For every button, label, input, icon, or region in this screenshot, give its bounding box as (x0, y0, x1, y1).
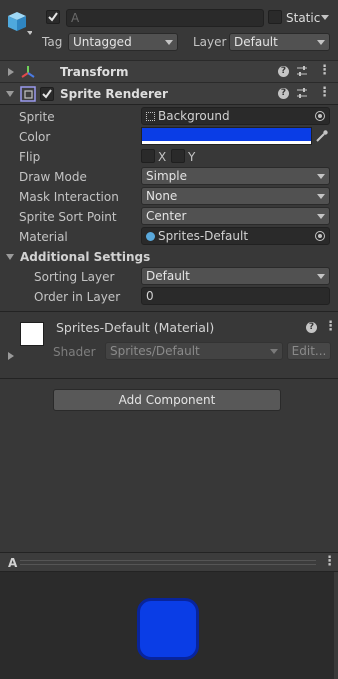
sorting-layer-label: Sorting Layer (34, 270, 115, 284)
sorting-layer-value: Default (146, 269, 190, 283)
mask-interaction-value: None (146, 189, 178, 203)
draw-mode-label: Draw Mode (19, 170, 87, 184)
add-component-button[interactable]: Add Component (53, 389, 281, 411)
preset-icon[interactable] (296, 87, 308, 99)
sprite-object-field[interactable]: Background (141, 107, 330, 125)
chevron-down-icon (165, 40, 173, 45)
additional-settings-arrow-icon[interactable] (6, 254, 14, 260)
transform-header[interactable]: Transform ? ⋮ (0, 60, 338, 82)
sprite-sort-point-value: Center (146, 209, 187, 223)
material-title: Sprites-Default (Material) (56, 320, 215, 335)
material-value: Sprites-Default (158, 229, 249, 243)
collapse-arrow-icon[interactable] (6, 91, 14, 97)
more-menu-icon[interactable]: ⋮ (324, 320, 337, 333)
sorting-layer-dropdown[interactable]: Default (141, 267, 330, 285)
preview-header[interactable]: A ⋮ (0, 552, 338, 572)
color-label: Color (19, 130, 51, 144)
mask-interaction-dropdown[interactable]: None (141, 187, 330, 205)
material-expand-arrow-icon[interactable] (8, 352, 14, 360)
chevron-down-icon (317, 214, 325, 219)
preset-icon[interactable] (296, 65, 308, 77)
more-menu-icon[interactable]: ⋮ (323, 555, 336, 568)
layer-value: Default (234, 35, 278, 49)
layer-label: Layer (193, 35, 227, 49)
more-menu-icon[interactable]: ⋮ (318, 64, 331, 77)
chevron-down-icon (317, 40, 325, 45)
flip-x-label: X (158, 150, 167, 164)
gameobject-icon[interactable] (6, 10, 33, 36)
divider (0, 378, 338, 379)
flip-y-label: Y (188, 150, 196, 164)
tag-value: Untagged (73, 35, 132, 49)
sprite-value: Background (158, 109, 230, 123)
chevron-down-icon (317, 194, 325, 199)
material-label: Material (19, 230, 68, 244)
flip-label: Flip (19, 150, 41, 164)
sprite-renderer-icon (20, 86, 36, 102)
help-icon[interactable]: ? (278, 88, 289, 99)
transform-title: Transform (60, 65, 129, 79)
mask-interaction-label: Mask Interaction (19, 190, 119, 204)
shader-label: Shader (53, 345, 96, 359)
tag-dropdown[interactable]: Untagged (68, 33, 178, 51)
layer-dropdown[interactable]: Default (229, 33, 330, 51)
static-dropdown-arrow-icon[interactable] (321, 15, 329, 20)
chevron-down-icon (270, 349, 278, 354)
material-asset-icon (146, 232, 155, 241)
gameobject-name-field[interactable]: A (66, 9, 264, 27)
object-picker-icon[interactable] (315, 111, 325, 121)
more-menu-icon[interactable]: ⋮ (318, 86, 331, 99)
order-in-layer-field[interactable]: 0 (141, 287, 330, 305)
chevron-down-icon (317, 274, 325, 279)
divider (0, 104, 338, 105)
draw-mode-value: Simple (146, 169, 187, 183)
chevron-down-icon (317, 174, 325, 179)
shader-edit-button[interactable]: Edit... (287, 342, 331, 360)
material-preview-swatch (20, 322, 44, 346)
resize-grip[interactable] (334, 572, 338, 679)
shader-dropdown[interactable]: Sprites/Default (105, 342, 283, 360)
static-checkbox[interactable] (268, 10, 282, 24)
sprite-renderer-title: Sprite Renderer (60, 87, 168, 101)
order-in-layer-label: Order in Layer (34, 290, 121, 304)
eyedropper-icon[interactable] (315, 129, 329, 143)
divider (0, 311, 338, 312)
sprite-sort-point-label: Sprite Sort Point (19, 210, 117, 224)
sprite-sort-point-dropdown[interactable]: Center (141, 207, 330, 225)
transform-icon (20, 64, 36, 80)
color-swatch[interactable] (141, 127, 312, 145)
sprite-asset-icon (146, 112, 155, 121)
sprite-renderer-enabled-checkbox[interactable] (40, 87, 54, 101)
active-checkbox[interactable] (46, 10, 60, 24)
sprite-preview (137, 598, 199, 660)
preview-area (0, 572, 338, 679)
object-picker-icon[interactable] (315, 231, 325, 241)
preview-drag-handle[interactable] (20, 560, 316, 565)
sprite-renderer-header[interactable]: Sprite Renderer ? ⋮ (0, 82, 338, 104)
preview-title: A (8, 556, 18, 570)
additional-settings-foldout[interactable]: Additional Settings (20, 250, 150, 264)
draw-mode-dropdown[interactable]: Simple (141, 167, 330, 185)
flip-x-checkbox[interactable] (141, 149, 155, 163)
help-icon[interactable]: ? (278, 66, 289, 77)
tag-label: Tag (42, 35, 63, 49)
material-object-field[interactable]: Sprites-Default (141, 227, 330, 245)
sprite-label: Sprite (19, 110, 55, 124)
expand-arrow-icon[interactable] (8, 68, 14, 76)
flip-y-checkbox[interactable] (171, 149, 185, 163)
static-label[interactable]: Static (286, 11, 320, 25)
help-icon[interactable]: ? (306, 322, 317, 333)
shader-value: Sprites/Default (110, 344, 200, 358)
